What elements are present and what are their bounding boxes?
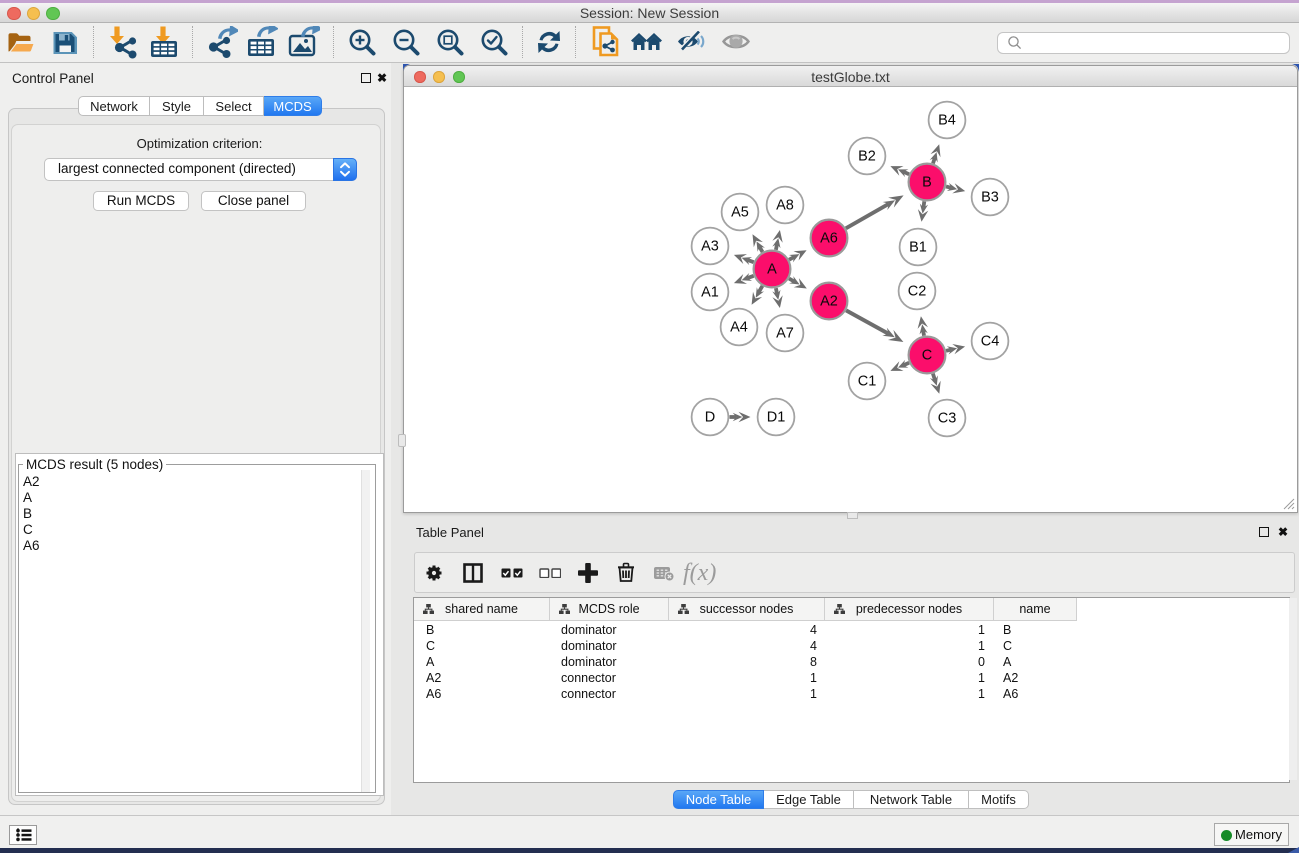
svg-text:C: C — [922, 348, 932, 364]
svg-text:C4: C4 — [981, 334, 1000, 350]
svg-text:C3: C3 — [938, 411, 957, 427]
svg-text:A2: A2 — [820, 294, 838, 310]
svg-text:B: B — [922, 175, 932, 191]
svg-text:A1: A1 — [701, 285, 719, 301]
svg-text:B1: B1 — [909, 240, 927, 256]
svg-text:A6: A6 — [820, 231, 838, 247]
svg-text:A8: A8 — [776, 198, 794, 214]
svg-text:C2: C2 — [908, 284, 927, 300]
svg-text:A7: A7 — [776, 326, 794, 342]
svg-text:A5: A5 — [731, 205, 749, 221]
svg-text:D: D — [705, 410, 715, 426]
svg-text:A4: A4 — [730, 320, 748, 336]
svg-text:D1: D1 — [767, 410, 786, 426]
svg-text:B3: B3 — [981, 190, 999, 206]
svg-text:B2: B2 — [858, 149, 876, 165]
svg-text:f(x): f(x) — [683, 560, 716, 586]
svg-text:C1: C1 — [858, 374, 877, 390]
svg-text:A3: A3 — [701, 239, 719, 255]
svg-text:B4: B4 — [938, 113, 956, 129]
svg-text:A: A — [767, 262, 777, 278]
